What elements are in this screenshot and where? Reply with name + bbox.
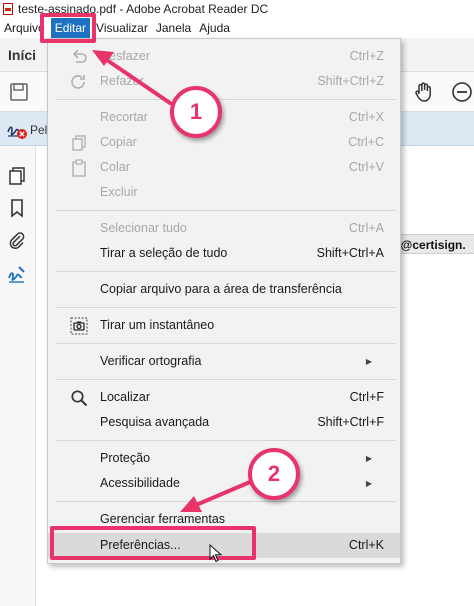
search-icon	[71, 390, 88, 407]
menu-item-shortcut: Ctrl+V	[348, 160, 384, 174]
menu-item-shortcut: Ctrl+A	[348, 221, 384, 235]
save-icon[interactable]	[9, 82, 29, 102]
menu-item-shortcut: Ctrl+X	[348, 110, 384, 124]
menu-separator	[56, 343, 396, 344]
menu-item-selecionar-tudo[interactable]: Selecionar tudo Ctrl+A	[48, 216, 400, 241]
menu-separator	[56, 501, 396, 502]
menu-item-label: Excluir	[100, 185, 138, 199]
menu-item-shortcut: Shift+Ctrl+Z	[317, 74, 384, 88]
menu-item-label: Gerenciar ferramentas	[100, 512, 226, 526]
menu-item-colar[interactable]: Colar Ctrl+V	[48, 155, 400, 180]
menu-item-label: Desfazer	[100, 49, 151, 63]
menu-item-acessibilidade[interactable]: Acessibilidade ▶	[48, 471, 400, 496]
menu-item-copiar-arquivo[interactable]: Copiar arquivo para a área de transferên…	[48, 277, 400, 302]
bookmark-icon[interactable]	[7, 198, 27, 218]
pdf-file-icon	[3, 3, 13, 15]
copy-icon	[72, 135, 86, 151]
zoom-out-icon[interactable]	[451, 81, 473, 103]
menu-janela[interactable]: Janela	[152, 18, 195, 38]
menu-item-shortcut: Ctrl+F	[349, 390, 384, 404]
menu-arquivo[interactable]: Arquivo	[0, 18, 49, 38]
signature-warning-icon	[7, 126, 27, 139]
paste-icon	[72, 159, 86, 177]
camera-icon	[70, 317, 88, 335]
window-titlebar: teste-assinado.pdf - Adobe Acrobat Reade…	[0, 0, 474, 18]
menu-item-copiar[interactable]: Copiar Ctrl+C	[48, 130, 400, 155]
menu-separator	[56, 440, 396, 441]
menu-item-tirar-selecao[interactable]: Tirar a seleção de tudo Shift+Ctrl+A	[48, 241, 400, 266]
menu-item-instantaneo[interactable]: Tirar um instantâneo	[48, 313, 400, 338]
menu-item-shortcut: Ctrl+C	[348, 135, 384, 149]
menu-item-label: Recortar	[100, 110, 148, 124]
menu-item-label: Tirar a seleção de tudo	[100, 246, 228, 260]
step-badge-1: 1	[170, 86, 222, 138]
window-title: teste-assinado.pdf - Adobe Acrobat Reade…	[18, 2, 269, 16]
menu-item-recortar[interactable]: Recortar Ctrl+X	[48, 105, 400, 130]
undo-icon	[72, 49, 87, 63]
step-badge-2: 2	[248, 448, 300, 500]
menu-separator	[56, 210, 396, 211]
submenu-arrow-icon: ▶	[365, 479, 372, 488]
signature-status-text: Pel	[30, 123, 48, 137]
menu-item-label: Localizar	[100, 390, 151, 404]
attachment-icon[interactable]	[7, 230, 27, 250]
menu-item-label: Copiar arquivo para a área de transferên…	[100, 282, 342, 296]
menu-item-label: Colar	[100, 160, 130, 174]
menu-item-pesquisa-avancada[interactable]: Pesquisa avançada Shift+Ctrl+F	[48, 410, 400, 435]
tab-home[interactable]: Iníci	[8, 47, 36, 63]
menu-item-label: Pesquisa avançada	[100, 415, 210, 429]
menu-item-protecao[interactable]: Proteção ▶	[48, 446, 400, 471]
menu-item-label: Refazer	[100, 74, 144, 88]
menu-item-label: Copiar	[100, 135, 137, 149]
menu-item-label: Verificar ortografia	[100, 354, 202, 368]
menu-item-verificar-ortografia[interactable]: Verificar ortografia ▶	[48, 349, 400, 374]
menu-item-localizar[interactable]: Localizar Ctrl+F	[48, 385, 400, 410]
menu-item-label: Acessibilidade	[100, 476, 180, 490]
submenu-arrow-icon: ▶	[365, 454, 372, 463]
menu-separator	[56, 307, 396, 308]
menu-item-excluir[interactable]: Excluir	[48, 180, 400, 205]
menu-item-shortcut: Ctrl+Z	[349, 49, 384, 63]
menu-separator	[56, 271, 396, 272]
edit-menu-dropdown: Desfazer Ctrl+Z Refazer Shift+Ctrl+Z Rec…	[47, 38, 401, 564]
menu-item-gerenciar-ferramentas[interactable]: Gerenciar ferramentas	[48, 507, 400, 532]
pages-icon[interactable]	[7, 166, 27, 186]
menu-bar: Arquivo Editar Visualizar Janela Ajuda	[0, 18, 474, 38]
menu-item-shortcut: Shift+Ctrl+F	[317, 415, 384, 429]
hand-tool-icon[interactable]	[412, 80, 436, 104]
menu-item-preferencias[interactable]: Preferências... Ctrl+K	[48, 533, 400, 558]
redo-icon	[71, 75, 85, 89]
menu-editar[interactable]: Editar	[50, 18, 91, 38]
menu-separator	[56, 379, 396, 380]
left-rail	[0, 146, 36, 606]
menu-item-label: Tirar um instantâneo	[100, 318, 215, 332]
mouse-cursor-icon	[209, 544, 223, 563]
submenu-arrow-icon: ▶	[365, 357, 372, 366]
menu-item-desfazer[interactable]: Desfazer Ctrl+Z	[48, 44, 400, 69]
signature-panel-icon[interactable]	[7, 264, 27, 284]
menu-visualizar[interactable]: Visualizar	[92, 18, 152, 38]
menu-item-shortcut: Shift+Ctrl+A	[316, 246, 384, 260]
menu-item-label: Selecionar tudo	[100, 221, 187, 235]
menu-separator	[56, 99, 396, 100]
menu-ajuda[interactable]: Ajuda	[195, 18, 234, 38]
menu-item-label: Proteção	[100, 451, 151, 465]
menu-item-refazer[interactable]: Refazer Shift+Ctrl+Z	[48, 69, 400, 94]
menu-item-label: Preferências...	[100, 538, 181, 552]
menu-item-shortcut: Ctrl+K	[348, 538, 384, 552]
